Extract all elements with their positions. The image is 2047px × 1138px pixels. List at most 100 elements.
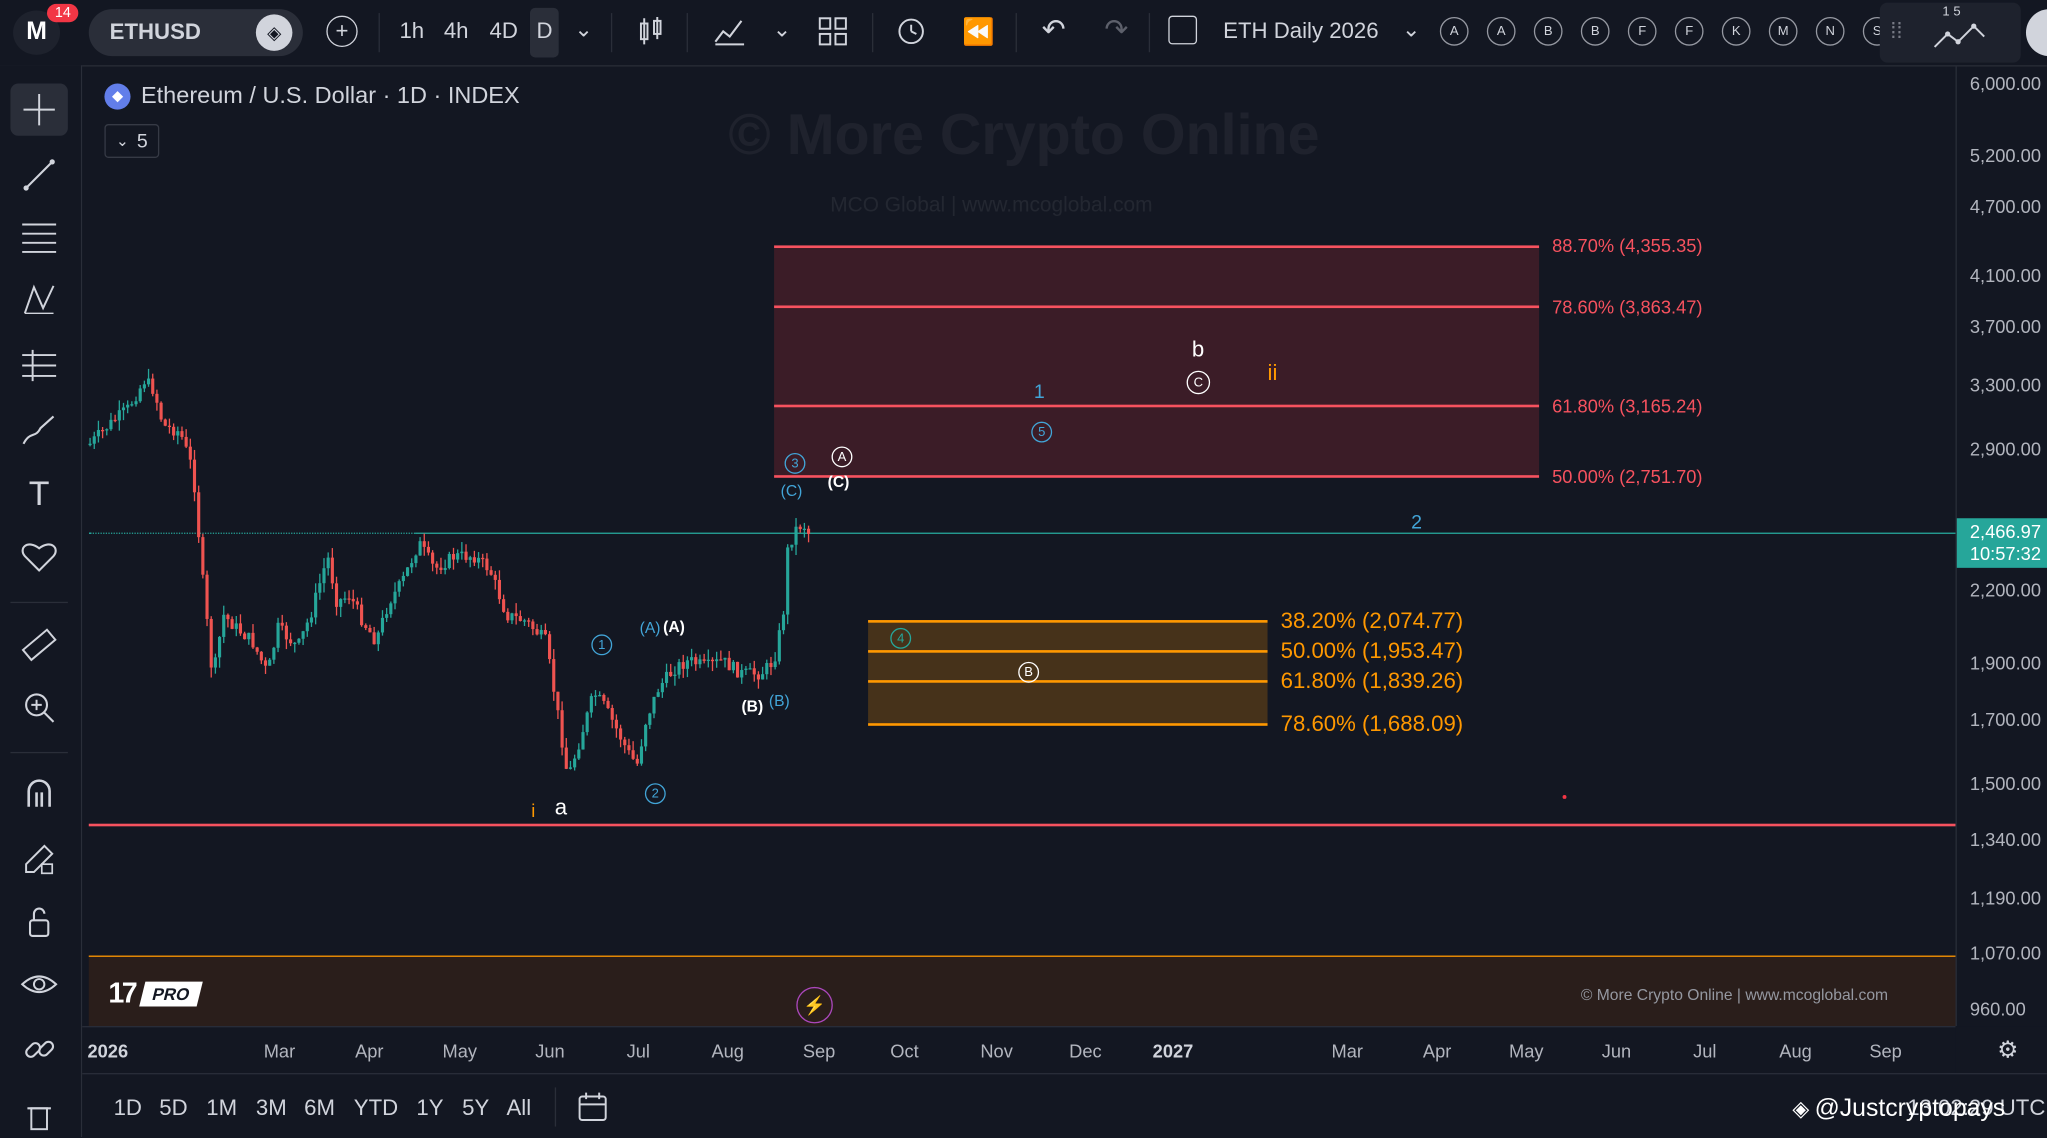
- candle-body: [669, 671, 673, 677]
- indicators-icon[interactable]: [713, 16, 747, 54]
- alert-btn-m[interactable]: M: [1768, 16, 1798, 46]
- forecasting-icon[interactable]: [10, 339, 67, 391]
- candle-body: [113, 419, 117, 422]
- interval-dropdown-icon[interactable]: ⌄: [574, 17, 593, 43]
- link-icon[interactable]: [10, 1023, 67, 1075]
- watermark-handle: @Justcryptopays: [1814, 1095, 2006, 1123]
- templates-icon[interactable]: [817, 16, 848, 54]
- candle-body: [276, 622, 280, 648]
- range-1y[interactable]: 1Y: [416, 1095, 443, 1121]
- candle-body: [456, 553, 460, 560]
- range-3m[interactable]: 3M: [256, 1095, 287, 1121]
- wave-circle-5: 5: [1031, 421, 1053, 443]
- candle-body: [130, 404, 134, 406]
- time-label-sep: Sep: [802, 1040, 836, 1062]
- candle-body: [180, 431, 184, 437]
- alert-btn-b2[interactable]: B: [1580, 16, 1610, 46]
- heart-icon[interactable]: [10, 530, 67, 582]
- social-watermark: ◈ @Justcryptopays: [1792, 1095, 2005, 1124]
- alert-btn-b1[interactable]: B: [1533, 16, 1563, 46]
- profile-avatar[interactable]: [2025, 9, 2047, 57]
- candles-icon[interactable]: [637, 16, 666, 54]
- candle-body: [531, 621, 535, 630]
- drag-handle-icon[interactable]: ⁞⁞ 1 5: [1879, 2, 2021, 63]
- candle-body: [710, 659, 715, 662]
- range-5d[interactable]: 5D: [159, 1095, 187, 1121]
- candle-body: [88, 443, 92, 446]
- trend-line-icon[interactable]: [10, 149, 67, 201]
- range-1m[interactable]: 1M: [206, 1095, 237, 1121]
- interval-4d[interactable]: 4D: [490, 18, 518, 44]
- visibility-icon[interactable]: [10, 958, 67, 1010]
- grip-icon: ⁞⁞: [1890, 18, 1903, 44]
- time-label-sep-2027: Sep: [1869, 1040, 1902, 1062]
- alert-btn-a2[interactable]: A: [1486, 16, 1516, 46]
- candle-body: [205, 574, 209, 619]
- layout-icon[interactable]: [1168, 15, 1198, 45]
- trash-icon[interactable]: [10, 1099, 67, 1131]
- candle-body: [397, 581, 401, 592]
- candle-body: [514, 613, 518, 617]
- candle-body: [652, 696, 656, 714]
- goto-date-icon[interactable]: [577, 1091, 608, 1129]
- layout-dropdown-icon[interactable]: ⌄: [1402, 17, 1421, 43]
- alert-btn-a1[interactable]: A: [1439, 16, 1469, 46]
- candle-body: [631, 750, 635, 759]
- alert-btn-f1[interactable]: F: [1627, 16, 1657, 46]
- alert-btn-f2[interactable]: F: [1674, 16, 1704, 46]
- alert-btn-k[interactable]: K: [1721, 16, 1751, 46]
- candle-body: [289, 639, 293, 644]
- candle-body: [410, 563, 414, 568]
- interval-d-active[interactable]: D: [529, 7, 559, 58]
- symbol-search[interactable]: ETHUSD ◈: [88, 9, 303, 57]
- unlock-icon[interactable]: [10, 896, 67, 948]
- time-label-mar-2027: Mar: [1331, 1040, 1364, 1062]
- indicators-dropdown-icon[interactable]: ⌄: [773, 17, 792, 43]
- chart-pane[interactable]: © More Crypto Online MCO Global | www.mc…: [82, 66, 1956, 1027]
- redo-icon[interactable]: ↷: [1104, 13, 1128, 47]
- range-6m[interactable]: 6M: [304, 1095, 335, 1121]
- zoom-in-icon[interactable]: [10, 681, 67, 733]
- candle-body: [798, 526, 802, 530]
- tv-logo[interactable]: 17 PRO: [108, 976, 204, 1010]
- range-all[interactable]: All: [506, 1095, 531, 1121]
- pattern-icon[interactable]: [10, 274, 67, 326]
- candle-body: [765, 663, 769, 675]
- candle-body: [527, 620, 531, 622]
- candle-body: [226, 614, 230, 620]
- brush-icon[interactable]: [10, 405, 67, 457]
- crosshair-icon[interactable]: [10, 83, 68, 136]
- alert-btn-n[interactable]: N: [1815, 16, 1845, 46]
- ruler-icon[interactable]: [10, 619, 67, 671]
- lock-drawing-icon[interactable]: [10, 833, 67, 885]
- candle-body: [439, 567, 443, 571]
- wave-label-pa-white: (A): [663, 617, 685, 636]
- compare-icon[interactable]: ◈: [255, 14, 293, 51]
- interval-4h[interactable]: 4h: [444, 18, 469, 44]
- fib-retracement-icon[interactable]: [10, 211, 67, 263]
- range-ytd[interactable]: YTD: [354, 1095, 398, 1121]
- text-tool-icon[interactable]: T: [10, 467, 67, 519]
- settings-gear-icon[interactable]: ⚙: [1997, 1036, 2018, 1063]
- price-label-6000: 6,000.00: [1969, 73, 2041, 94]
- alert-icon[interactable]: [896, 14, 930, 54]
- candle-body: [740, 670, 744, 678]
- candle-body: [556, 691, 560, 711]
- candle-body: [535, 629, 539, 635]
- candle-body: [138, 388, 142, 402]
- magnet-icon[interactable]: [10, 768, 67, 820]
- range-5y[interactable]: 5Y: [462, 1095, 489, 1121]
- add-symbol-icon[interactable]: +: [326, 15, 358, 47]
- price-axis[interactable]: 6,000.00 5,200.00 4,700.00 4,100.00 3,70…: [1955, 66, 2047, 1027]
- lightning-icon[interactable]: ⚡: [796, 986, 833, 1024]
- range-1d[interactable]: 1D: [114, 1095, 142, 1121]
- layout-name[interactable]: ETH Daily 2026: [1223, 18, 1378, 44]
- candle-body: [802, 528, 806, 531]
- interval-1h[interactable]: 1h: [399, 18, 424, 44]
- symbol-legend[interactable]: ◆ Ethereum / U.S. Dollar · 1D · INDEX: [104, 82, 520, 110]
- undo-icon[interactable]: ↶: [1042, 13, 1066, 47]
- indicators-toggle[interactable]: ⌄ 5: [104, 124, 160, 158]
- wave-label-ii: ii: [1267, 360, 1278, 386]
- time-axis[interactable]: 2026 Mar Apr May Jun Jul Aug Sep Oct Nov…: [82, 1026, 1956, 1075]
- replay-icon[interactable]: ⏪: [962, 16, 995, 49]
